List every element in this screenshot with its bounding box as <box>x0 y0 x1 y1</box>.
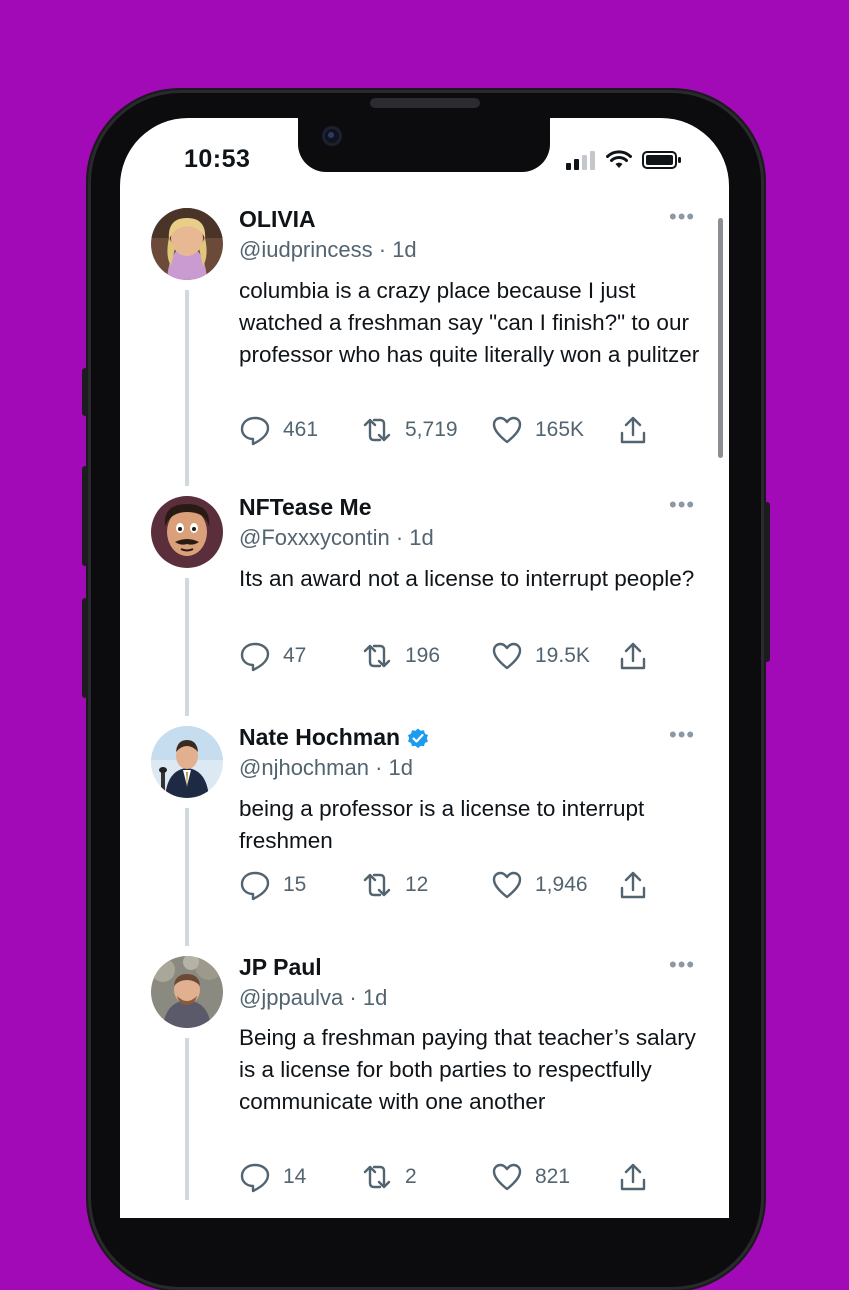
share-icon <box>620 416 646 444</box>
retweet-button[interactable]: 12 <box>361 869 428 901</box>
retweet-icon <box>363 873 391 897</box>
reply-icon <box>240 416 270 446</box>
retweet-count: 12 <box>405 873 429 896</box>
scrollbar[interactable] <box>718 218 723 458</box>
timestamp[interactable]: 1d <box>409 525 433 550</box>
name-row: JP Paul <box>239 954 322 981</box>
tweet-text: columbia is a crazy place because I just… <box>239 278 700 367</box>
thread-line <box>185 1038 189 1200</box>
share-button[interactable] <box>617 1161 649 1193</box>
like-count: 1,946 <box>535 873 588 896</box>
power-button <box>764 502 770 662</box>
share-button[interactable] <box>617 414 649 446</box>
share-icon <box>620 642 646 670</box>
handle[interactable]: @njhochman <box>239 755 369 780</box>
retweet-icon <box>363 644 391 668</box>
more-options-icon[interactable]: ••• <box>669 952 695 978</box>
action-bar: 14 2 821 <box>239 1161 659 1195</box>
retweet-icon <box>363 1165 391 1189</box>
share-button[interactable] <box>617 869 649 901</box>
display-name[interactable]: NFTease Me <box>239 494 372 521</box>
action-bar: 15 12 1,946 <box>239 869 659 903</box>
more-options-icon[interactable]: ••• <box>669 204 695 230</box>
retweet-button[interactable]: 2 <box>361 1161 417 1193</box>
reply-count: 14 <box>283 1165 307 1188</box>
timestamp[interactable]: 1d <box>392 237 416 262</box>
handle-row: @iudprincess · 1d <box>239 237 417 262</box>
timestamp[interactable]: 1d <box>363 985 387 1010</box>
share-icon <box>620 1163 646 1191</box>
name-row: NFTease Me <box>239 494 372 521</box>
more-options-icon[interactable]: ••• <box>669 492 695 518</box>
heart-icon <box>492 1163 522 1191</box>
display-name[interactable]: OLIVIA <box>239 206 316 233</box>
reply-button[interactable]: 461 <box>239 414 318 446</box>
thread-line <box>185 808 189 946</box>
mute-switch <box>82 368 88 416</box>
tweet-text: being a professor is a license to interr… <box>239 796 645 853</box>
cellular-signal-icon <box>566 151 595 170</box>
share-icon <box>620 871 646 899</box>
volume-up-button <box>82 466 88 566</box>
reply-button[interactable]: 15 <box>239 869 306 901</box>
display-name[interactable]: Nate Hochman <box>239 724 400 751</box>
retweet-button[interactable]: 5,719 <box>361 414 458 446</box>
speaker-grille <box>370 98 480 108</box>
reply-icon <box>240 1163 270 1193</box>
volume-down-button <box>82 598 88 698</box>
like-button[interactable]: 821 <box>491 1161 570 1193</box>
handle-row: @njhochman · 1d <box>239 755 414 780</box>
wifi-icon <box>606 150 632 168</box>
more-options-icon[interactable]: ••• <box>669 722 695 748</box>
thread-line <box>185 578 189 716</box>
thread-line <box>185 290 189 486</box>
handle[interactable]: @Foxxxycontin <box>239 525 390 550</box>
reply-count: 15 <box>283 873 307 896</box>
handle-row: @jppaulva · 1d <box>239 985 388 1010</box>
heart-icon <box>492 416 522 444</box>
reply-icon <box>240 871 270 901</box>
display-name[interactable]: JP Paul <box>239 954 322 981</box>
retweet-icon <box>363 418 391 442</box>
status-time: 10:53 <box>184 145 251 173</box>
handle[interactable]: @jppaulva <box>239 985 343 1010</box>
verified-badge-icon <box>408 728 429 748</box>
action-bar: 47 196 19.5K <box>239 640 659 674</box>
avatar[interactable] <box>151 956 223 1028</box>
like-button[interactable]: 165K <box>491 414 584 446</box>
avatar[interactable] <box>151 726 223 798</box>
avatar[interactable] <box>151 208 223 280</box>
reply-count: 461 <box>283 418 319 441</box>
action-bar: 461 5,719 165K <box>239 414 659 448</box>
retweet-button[interactable]: 196 <box>361 640 440 672</box>
name-row: Nate Hochman <box>239 724 430 751</box>
reply-count: 47 <box>283 644 307 667</box>
reply-button[interactable]: 47 <box>239 640 306 672</box>
timestamp[interactable]: 1d <box>389 755 413 780</box>
retweet-count: 5,719 <box>405 418 458 441</box>
front-camera <box>322 126 342 146</box>
share-button[interactable] <box>617 640 649 672</box>
tweet-text: Being a freshman paying that teacher’s s… <box>239 1025 696 1114</box>
status-icons <box>566 148 682 170</box>
reply-icon <box>240 642 270 672</box>
like-count: 165K <box>535 418 585 441</box>
heart-icon <box>492 871 522 899</box>
avatar[interactable] <box>151 496 223 568</box>
name-row: OLIVIA <box>239 206 316 233</box>
reply-button[interactable]: 14 <box>239 1161 306 1193</box>
handle[interactable]: @iudprincess <box>239 237 373 262</box>
battery-icon <box>642 151 681 169</box>
handle-row: @Foxxxycontin · 1d <box>239 525 434 550</box>
retweet-count: 196 <box>405 644 441 667</box>
like-button[interactable]: 1,946 <box>491 869 588 901</box>
like-count: 19.5K <box>535 644 590 667</box>
like-count: 821 <box>535 1165 571 1188</box>
heart-icon <box>492 642 522 670</box>
like-button[interactable]: 19.5K <box>491 640 590 672</box>
retweet-count: 2 <box>405 1165 417 1188</box>
tweet-text: Its an award not a license to interrupt … <box>239 566 695 591</box>
